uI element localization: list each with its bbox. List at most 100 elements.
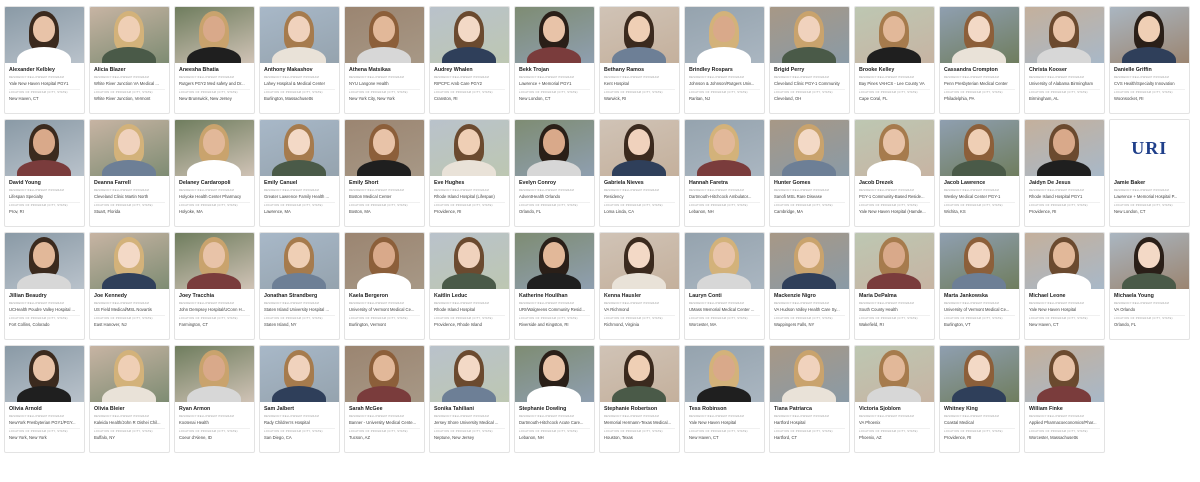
avatar-head: [798, 16, 821, 42]
location-value: Boston, MA: [349, 209, 371, 214]
program-value: Lawrence + Memorial Hospital P...: [1114, 194, 1178, 199]
profile-card[interactable]: Audrey Whalen RESIDENCY/FELLOWSHIP PROGRA…: [429, 6, 510, 114]
profile-card[interactable]: William Finke RESIDENCY/FELLOWSHIP PROGRA…: [1024, 345, 1105, 453]
profile-info: Bethany Ramos RESIDENCY/FELLOWSHIP PROGRA…: [600, 63, 679, 103]
profile-photo: [5, 7, 84, 63]
program-value: Cleveland Clinic Martin North: [94, 194, 149, 199]
profile-card[interactable]: Maria DePalma RESIDENCY/FELLOWSHIP PROGRA…: [854, 232, 935, 340]
profile-photo: [90, 120, 169, 176]
profile-card[interactable]: Olivia Bleier RESIDENCY/FELLOWSHIP PROGRA…: [89, 345, 170, 453]
profile-info: Jamie Baker RESIDENCY/FELLOWSHIP PROGRAM L…: [1110, 176, 1189, 216]
profile-card[interactable]: Delaney Cardaropoli RESIDENCY/FELLOWSHIP …: [174, 119, 255, 227]
profile-card[interactable]: Katherine Houlihan RESIDENCY/FELLOWSHIP P…: [514, 232, 595, 340]
profile-card[interactable]: Joe Kennedy RESIDENCY/FELLOWSHIP PROGRAM U…: [89, 232, 170, 340]
location-value: Farmington, CT: [179, 322, 209, 327]
profile-info: Victoria Sjoblom RESIDENCY/FELLOWSHIP PRO…: [855, 402, 934, 442]
profile-card[interactable]: David Young RESIDENCY/FELLOWSHIP PROGRAM L…: [4, 119, 85, 227]
profile-info: Hunter Gomes RESIDENCY/FELLOWSHIP PROGRAM…: [770, 176, 849, 216]
profile-card[interactable]: Sonika Tahiliani RESIDENCY/FELLOWSHIP PRO…: [429, 345, 510, 453]
profile-card[interactable]: Sarah McGee RESIDENCY/FELLOWSHIP PROGRAM B…: [344, 345, 425, 453]
profile-photo: [940, 346, 1019, 402]
profile-card[interactable]: Danielle Griffin RESIDENCY/FELLOWSHIP PRO…: [1109, 6, 1190, 114]
profile-card[interactable]: Eve Hughes RESIDENCY/FELLOWSHIP PROGRAM Rh…: [429, 119, 510, 227]
profile-card[interactable]: Brigid Perry RESIDENCY/FELLOWSHIP PROGRAM…: [769, 6, 850, 114]
profile-info: Danielle Griffin RESIDENCY/FELLOWSHIP PRO…: [1110, 63, 1189, 103]
profile-card[interactable]: Hannah Faretra RESIDENCY/FELLOWSHIP PROGR…: [684, 119, 765, 227]
profile-info: Bekk Trojan RESIDENCY/FELLOWSHIP PROGRAM L…: [515, 63, 594, 103]
profile-photo: URI: [1110, 120, 1189, 176]
profile-card[interactable]: Kaitlin Leduc RESIDENCY/FELLOWSHIP PROGRA…: [429, 232, 510, 340]
profile-card[interactable]: Stephanie Robertson RESIDENCY/FELLOWSHIP …: [599, 345, 680, 453]
divider: [179, 202, 250, 203]
divider: [349, 428, 420, 429]
profile-card[interactable]: Kenna Hausler RESIDENCY/FELLOWSHIP PROGRA…: [599, 232, 680, 340]
profile-card[interactable]: Alexander Kelbley RESIDENCY/FELLOWSHIP PR…: [4, 6, 85, 114]
profile-card[interactable]: Michael Leone RESIDENCY/FELLOWSHIP PROGRA…: [1024, 232, 1105, 340]
profile-card[interactable]: Mackenzie Nigro RESIDENCY/FELLOWSHIP PROG…: [769, 232, 850, 340]
program-value: White River Junction VA Medical ...: [94, 81, 159, 86]
divider: [349, 89, 420, 90]
location-value: Woonsocket, RI: [1114, 96, 1144, 101]
profile-card[interactable]: Tiana Patriarca RESIDENCY/FELLOWSHIP PROG…: [769, 345, 850, 453]
profile-info: Ryan Armon RESIDENCY/FELLOWSHIP PROGRAM Ko…: [175, 402, 254, 442]
profile-info: Audrey Whalen RESIDENCY/FELLOWSHIP PROGRA…: [430, 63, 509, 103]
profile-card[interactable]: Brindley Rospars RESIDENCY/FELLOWSHIP PRO…: [684, 6, 765, 114]
location-value: Wappingers Falls, NY: [774, 322, 815, 327]
profile-card[interactable]: Jacob Drezek RESIDENCY/FELLOWSHIP PROGRAM…: [854, 119, 935, 227]
profile-card[interactable]: Stephanie Dowling RESIDENCY/FELLOWSHIP PR…: [514, 345, 595, 453]
avatar-head: [883, 16, 906, 42]
profile-card[interactable]: Alicia Blazer RESIDENCY/FELLOWSHIP PROGRA…: [89, 6, 170, 114]
profile-photo: [1025, 7, 1104, 63]
profile-card[interactable]: Jonathan Strandberg RESIDENCY/FELLOWSHIP …: [259, 232, 340, 340]
profile-card[interactable]: Christa Kooser RESIDENCY/FELLOWSHIP PROGR…: [1024, 6, 1105, 114]
profile-card[interactable]: Deanna Farrell RESIDENCY/FELLOWSHIP PROGR…: [89, 119, 170, 227]
profile-card[interactable]: Joey Tracchia RESIDENCY/FELLOWSHIP PROGRA…: [174, 232, 255, 340]
profile-card[interactable]: Tess Robinson RESIDENCY/FELLOWSHIP PROGRA…: [684, 345, 765, 453]
profile-card[interactable]: Lauryn Conti RESIDENCY/FELLOWSHIP PROGRAM…: [684, 232, 765, 340]
divider: [94, 428, 165, 429]
profile-card[interactable]: Jaidyn De Jesus RESIDENCY/FELLOWSHIP PROG…: [1024, 119, 1105, 227]
avatar-body: [442, 386, 497, 402]
profile-card[interactable]: Emily Short RESIDENCY/FELLOWSHIP PROGRAM B…: [344, 119, 425, 227]
avatar-head: [203, 242, 226, 268]
location-value: Providence, Rhode Island: [434, 322, 482, 327]
profile-card[interactable]: Michaela Young RESIDENCY/FELLOWSHIP PROGR…: [1109, 232, 1190, 340]
person-name: Joey Tracchia: [179, 293, 215, 299]
person-name: Emily Short: [349, 180, 379, 186]
profile-card[interactable]: Victoria Sjoblom RESIDENCY/FELLOWSHIP PRO…: [854, 345, 935, 453]
program-value: Dartmouth-Hitchcock Acute Care...: [519, 420, 584, 425]
profile-card[interactable]: Olivia Arnold RESIDENCY/FELLOWSHIP PROGRA…: [4, 345, 85, 453]
profile-card[interactable]: Ryan Armon RESIDENCY/FELLOWSHIP PROGRAM Ko…: [174, 345, 255, 453]
profile-photo: [90, 346, 169, 402]
profile-card[interactable]: Sam Jalbert RESIDENCY/FELLOWSHIP PROGRAM R…: [259, 345, 340, 453]
avatar-head: [628, 129, 651, 155]
profile-card[interactable]: Athena Matsikas RESIDENCY/FELLOWSHIP PROG…: [344, 6, 425, 114]
profile-card[interactable]: Jacob Lawrence RESIDENCY/FELLOWSHIP PROGR…: [939, 119, 1020, 227]
profile-card[interactable]: Bethany Ramos RESIDENCY/FELLOWSHIP PROGRA…: [599, 6, 680, 114]
avatar-body: [442, 47, 497, 63]
avatar-body: [357, 47, 412, 63]
profile-card[interactable]: Marta Jankowska RESIDENCY/FELLOWSHIP PROG…: [939, 232, 1020, 340]
profile-photo: [1025, 120, 1104, 176]
profile-card[interactable]: Whitney King RESIDENCY/FELLOWSHIP PROGRAM…: [939, 345, 1020, 453]
profile-card[interactable]: Gabriela Nieves RESIDENCY/FELLOWSHIP PROG…: [599, 119, 680, 227]
location-value: Providence, RI: [434, 209, 462, 214]
profile-card[interactable]: Jillian Beaudry RESIDENCY/FELLOWSHIP PROG…: [4, 232, 85, 340]
avatar-body: [187, 160, 242, 176]
profile-card[interactable]: Hunter Gomes RESIDENCY/FELLOWSHIP PROGRAM…: [769, 119, 850, 227]
profile-photo: [600, 233, 679, 289]
profile-card[interactable]: Bekk Trojan RESIDENCY/FELLOWSHIP PROGRAM L…: [514, 6, 595, 114]
profile-card[interactable]: Anthony Makashov RESIDENCY/FELLOWSHIP PRO…: [259, 6, 340, 114]
profile-card[interactable]: Evelyn Conroy RESIDENCY/FELLOWSHIP PROGRA…: [514, 119, 595, 227]
profile-info: Alexander Kelbley RESIDENCY/FELLOWSHIP PR…: [5, 63, 84, 103]
profile-card[interactable]: URI Jamie Baker RESIDENCY/FELLOWSHIP PROGR…: [1109, 119, 1190, 227]
avatar-head: [288, 242, 311, 268]
profile-card[interactable]: Aneesha Bhatia RESIDENCY/FELLOWSHIP PROGR…: [174, 6, 255, 114]
profile-card[interactable]: Emily Canuel RESIDENCY/FELLOWSHIP PROGRAM…: [259, 119, 340, 227]
profile-card[interactable]: Kaela Bergeron RESIDENCY/FELLOWSHIP PROGR…: [344, 232, 425, 340]
profile-card[interactable]: Brooke Kelley RESIDENCY/FELLOWSHIP PROGRA…: [854, 6, 935, 114]
person-name: Tess Robinson: [689, 406, 727, 412]
avatar-body: [867, 386, 922, 402]
profile-card[interactable]: Cassandra Crompton RESIDENCY/FELLOWSHIP P…: [939, 6, 1020, 114]
location-value: New York City, New York: [349, 96, 395, 101]
